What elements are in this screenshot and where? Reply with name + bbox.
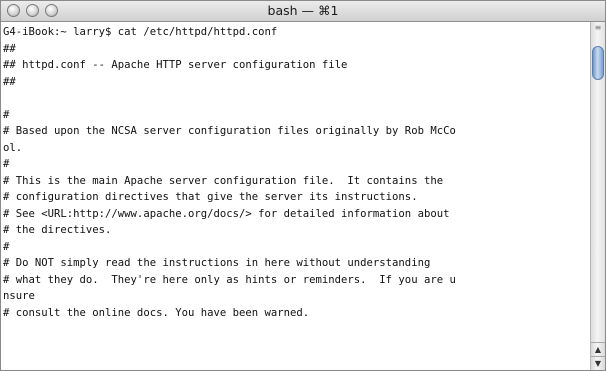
terminal-line: #: [3, 158, 10, 170]
terminal-line: #: [3, 240, 10, 253]
terminal-line: # the directives.: [3, 224, 112, 236]
terminal-window: bash — ⌘1 G4-iBook:~ larry$ cat /etc/htt…: [0, 0, 606, 371]
title-bar[interactable]: bash — ⌘1: [1, 1, 605, 22]
resize-grip-icon[interactable]: ≡: [594, 24, 602, 32]
terminal-line: G4-iBook:~ larry$ cat /etc/httpd/httpd.c…: [3, 26, 278, 38]
scrollbar-thumb[interactable]: [592, 46, 604, 80]
terminal-line: ##: [3, 42, 16, 55]
terminal-line: # consult the online docs. You have been…: [3, 306, 310, 319]
terminal-line: ##: [3, 75, 16, 88]
window-title: bash — ⌘1: [267, 3, 339, 18]
terminal-line: # Do NOT simply read the instructions in…: [3, 257, 431, 269]
terminal-line: # This is the main Apache server configu…: [3, 174, 444, 187]
terminal-line: ol.: [3, 141, 23, 154]
terminal-line: # configuration directives that give the…: [3, 191, 418, 203]
terminal-line: # what they do. They're here only as hin…: [3, 273, 456, 286]
terminal-line: # Based upon the NCSA server configurati…: [3, 125, 456, 137]
terminal-line: nsure: [3, 290, 35, 302]
vertical-scrollbar[interactable]: ≡ ▲ ▼: [590, 22, 605, 370]
scroll-up-arrow-icon[interactable]: ▲: [591, 342, 605, 356]
terminal-line: ## httpd.conf -- Apache HTTP server conf…: [3, 59, 348, 71]
terminal-line: #: [3, 108, 10, 121]
terminal-line: # See <URL:http://www.apache.org/docs/> …: [3, 207, 450, 220]
terminal-output[interactable]: G4-iBook:~ larry$ cat /etc/httpd/httpd.c…: [1, 22, 590, 370]
scroll-down-arrow-icon[interactable]: ▼: [591, 356, 605, 370]
